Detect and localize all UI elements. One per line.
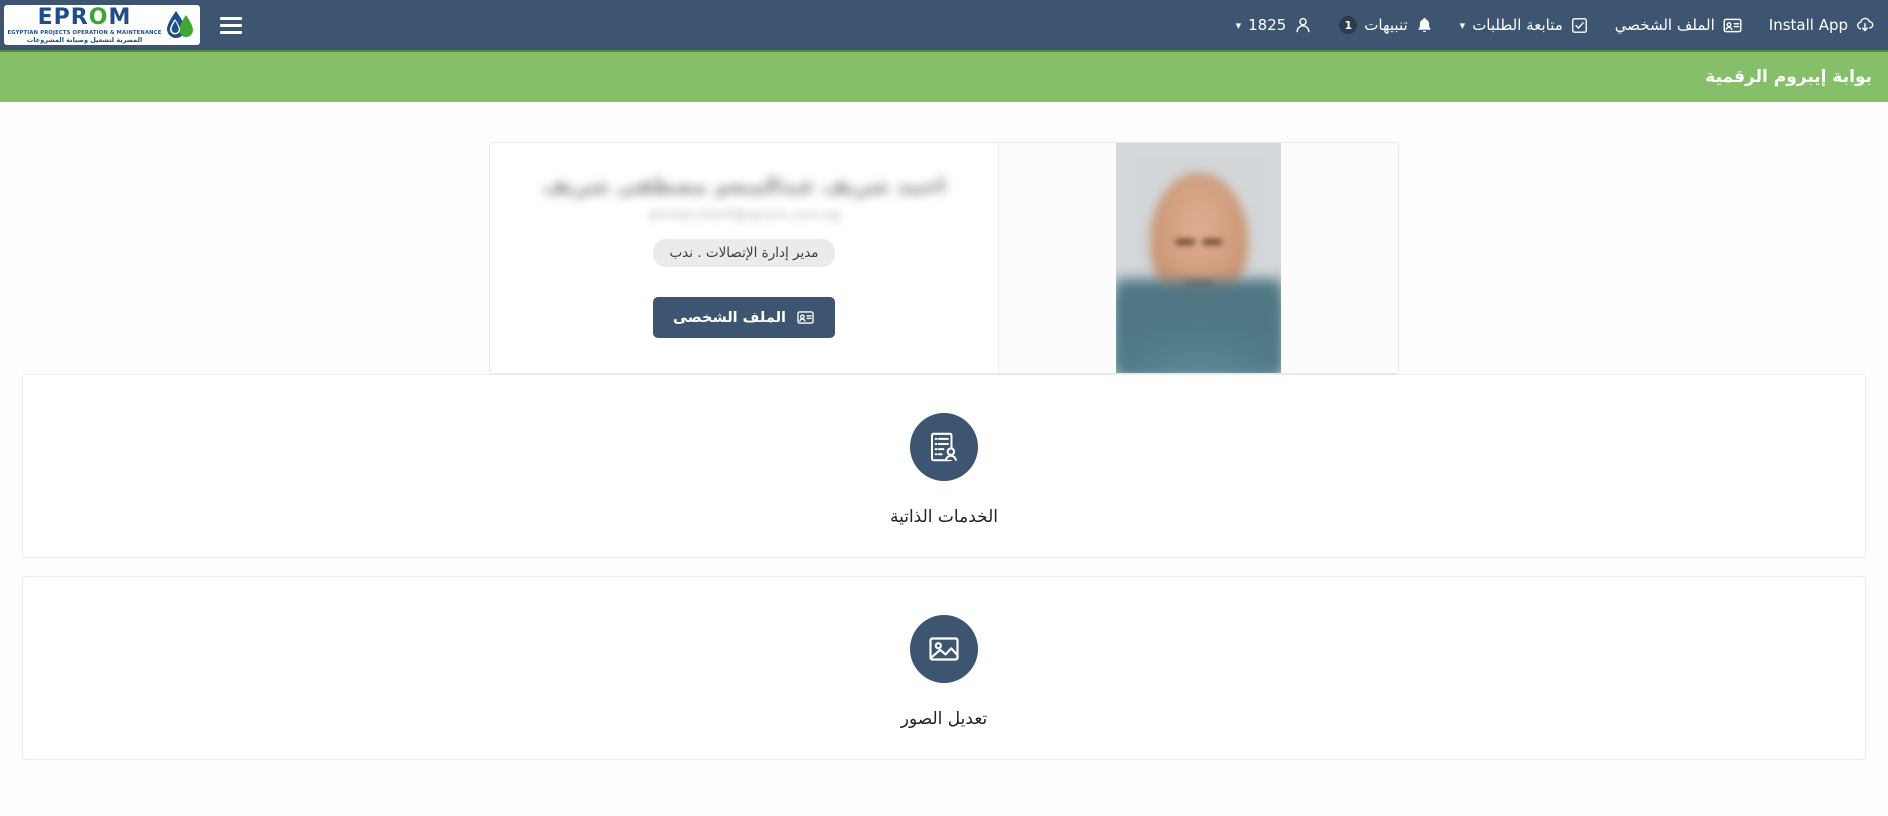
navbar-brand-area: EPROM EGYPTIAN PROJECTS OPERATION & MAIN… xyxy=(4,5,248,45)
avatar-shoulders xyxy=(1116,281,1281,373)
nav-item-label: Install App xyxy=(1768,16,1848,34)
profile-button[interactable]: الملف الشخصى xyxy=(653,297,835,339)
top-navbar: EPROM EGYPTIAN PROJECTS OPERATION & MAIN… xyxy=(0,0,1888,50)
avatar-brow-left xyxy=(1175,239,1196,246)
id-card-icon xyxy=(796,308,815,327)
user-id-label: 1825 xyxy=(1248,16,1287,34)
profile-info-column: احمد شريف عبدالمنعم مصطفى شريف ahmed.she… xyxy=(490,143,998,373)
brand-text: EPROM EGYPTIAN PROJECTS OPERATION & MAIN… xyxy=(8,5,162,44)
profile-card: احمد شريف عبدالمنعم مصطفى شريف ahmed.she… xyxy=(489,142,1399,374)
cloud-download-icon xyxy=(1855,15,1875,35)
navbar-menu-items: Install App الملف الشخصي متابعة الطلبات … xyxy=(1219,0,1888,50)
water-drop-icon xyxy=(166,9,196,41)
main-content: احمد شريف عبدالمنعم مصطفى شريف ahmed.she… xyxy=(0,142,1888,760)
service-card-self-services[interactable]: الخدمات الذاتية xyxy=(22,374,1866,558)
image-icon xyxy=(910,615,978,683)
service-card-edit-photos[interactable]: تعديل الصور xyxy=(22,576,1866,760)
nav-item-profile[interactable]: الملف الشخصي xyxy=(1602,0,1756,50)
status-badge: مدير إدارة الإتصالات . ندب xyxy=(653,239,835,268)
notification-badge: 1 xyxy=(1339,16,1358,34)
service-label: تعديل الصور xyxy=(900,709,988,729)
brand-subtitle-ar: المصرية لتشغيل وصيانة المشروعات xyxy=(26,35,143,44)
nav-item-label: تنبيهات xyxy=(1364,16,1408,34)
hamburger-menu-icon[interactable] xyxy=(216,10,242,40)
nav-item-notifications[interactable]: تنبيهات 1 xyxy=(1326,0,1446,50)
eprom-logo[interactable]: EPROM EGYPTIAN PROJECTS OPERATION & MAIN… xyxy=(4,5,200,45)
chevron-down-icon: ▾ xyxy=(1459,18,1466,32)
checkbox-checked-icon xyxy=(1570,16,1589,35)
document-user-icon xyxy=(910,413,978,481)
banner-title: بوابة إيبروم الرقمية xyxy=(1705,67,1872,87)
employee-email: ahmed.sherif@eprom.com.eg xyxy=(647,208,841,224)
employee-name: احمد شريف عبدالمنعم مصطفى شريف xyxy=(542,174,946,198)
avatar-brow-right xyxy=(1201,239,1222,246)
nav-item-label: متابعة الطلبات xyxy=(1472,16,1563,34)
service-label: الخدمات الذاتية xyxy=(889,507,999,527)
chevron-down-icon: ▾ xyxy=(1235,18,1242,32)
user-icon xyxy=(1293,15,1313,35)
hamburger-line xyxy=(220,23,242,27)
hamburger-line xyxy=(220,30,242,34)
nav-item-user-account[interactable]: 1825 ▾ xyxy=(1223,0,1327,50)
brand-name: EPROM xyxy=(37,5,132,30)
profile-button-label: الملف الشخصى xyxy=(673,309,786,326)
hamburger-line xyxy=(220,16,242,20)
nav-item-install-app[interactable]: Install App xyxy=(1756,0,1888,50)
portal-banner: بوابة إيبروم الرقمية xyxy=(0,50,1888,102)
id-card-icon xyxy=(1722,15,1743,36)
nav-item-track-requests[interactable]: متابعة الطلبات ▾ xyxy=(1447,0,1602,50)
nav-item-label: الملف الشخصي xyxy=(1614,16,1715,34)
avatar xyxy=(1116,143,1281,373)
bell-icon xyxy=(1415,15,1434,36)
profile-photo-column xyxy=(998,143,1398,373)
